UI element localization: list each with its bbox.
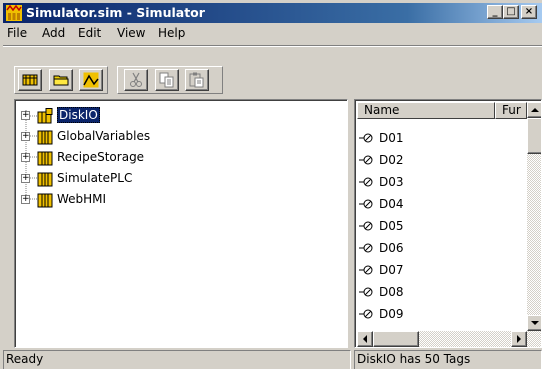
menu-add[interactable]: Add: [42, 26, 65, 40]
tag-name: D04: [379, 197, 404, 211]
tree-node-label: SimulatePLC: [57, 171, 133, 185]
expand-icon[interactable]: +: [21, 132, 30, 141]
tag-icon: [359, 287, 373, 297]
tag-group-tree[interactable]: + DiskIO + GlobalVariables + RecipeStora…: [14, 99, 348, 348]
menu-bar: File Add Edit View Help: [3, 24, 542, 43]
status-text-right: DiskIO has 50 Tags: [354, 350, 542, 369]
vertical-scroll-thumb[interactable]: [527, 118, 541, 154]
expand-icon[interactable]: +: [21, 153, 30, 162]
menu-file[interactable]: File: [7, 26, 27, 40]
tag-group-icon: [37, 108, 53, 124]
tree-node-label: WebHMI: [57, 192, 107, 206]
tag-name: D06: [379, 241, 404, 255]
tag-group-icon: [37, 172, 53, 187]
copy-button[interactable]: [155, 69, 179, 91]
tag-icon: [359, 199, 373, 209]
copy-icon: [159, 72, 174, 88]
trend-button[interactable]: [79, 69, 103, 91]
tag-name: D05: [379, 219, 404, 233]
new-tag-button[interactable]: [18, 69, 42, 91]
window-title: Simulator.sim - Simulator: [26, 5, 205, 20]
scroll-down-button[interactable]: [527, 315, 541, 331]
maximize-button[interactable]: □: [503, 5, 519, 19]
close-icon: ×: [524, 6, 534, 17]
tag-group-icon: [37, 151, 53, 166]
tag-icon: [359, 155, 373, 165]
tag-icon: [359, 243, 373, 253]
maximize-icon: □: [506, 6, 516, 17]
status-text-left: Ready: [3, 350, 351, 369]
application-window: Simulator.sim - Simulator _ □ × File Add…: [0, 0, 542, 369]
minimize-icon: _: [492, 6, 498, 17]
title-bar[interactable]: Simulator.sim - Simulator _ □ ×: [3, 3, 542, 23]
expand-icon[interactable]: +: [21, 111, 30, 120]
scroll-right-button[interactable]: [511, 331, 527, 347]
tree-node-label: RecipeStorage: [57, 150, 145, 164]
tag-name: D07: [379, 263, 404, 277]
tree-node-label: DiskIO: [57, 107, 100, 123]
paste-icon: [189, 72, 204, 88]
column-header-function[interactable]: Fur: [495, 102, 527, 119]
column-header-name[interactable]: Name: [357, 102, 495, 119]
tag-name: D01: [379, 131, 404, 145]
new-tag-icon: [22, 74, 38, 86]
tag-icon: [359, 133, 373, 143]
tree-node-label: GlobalVariables: [57, 129, 151, 143]
trend-icon: [83, 72, 99, 88]
menu-help[interactable]: Help: [158, 26, 185, 40]
paste-button[interactable]: [185, 69, 209, 91]
toolbar-separator: [3, 45, 542, 47]
tag-name: D03: [379, 175, 404, 189]
tag-icon: [359, 221, 373, 231]
open-folder-icon: [53, 75, 69, 86]
scroll-right-icon: [517, 335, 521, 343]
minimize-button[interactable]: _: [487, 5, 503, 19]
scroll-up-icon: [531, 108, 539, 112]
scroll-up-button[interactable]: [527, 102, 541, 118]
tag-name: D09: [379, 307, 404, 321]
tag-group-icon: [37, 130, 53, 145]
scroll-left-button[interactable]: [357, 331, 373, 347]
menu-edit[interactable]: Edit: [78, 26, 101, 40]
tag-icon: [359, 177, 373, 187]
scroll-down-icon: [531, 321, 539, 325]
close-button[interactable]: ×: [521, 5, 537, 19]
tag-icon: [359, 309, 373, 319]
horizontal-scroll-thumb[interactable]: [373, 331, 419, 347]
cut-icon: [130, 72, 142, 87]
tag-list-view[interactable]: Name Fur D01 D02 D03 D04 D05 D06 D07 D08…: [354, 99, 542, 348]
menu-view[interactable]: View: [117, 26, 145, 40]
tag-name: D08: [379, 285, 404, 299]
horizontal-scrollbar[interactable]: [357, 331, 541, 347]
open-button[interactable]: [49, 69, 73, 91]
expand-icon[interactable]: +: [21, 174, 30, 183]
scroll-left-icon: [363, 335, 367, 343]
vertical-scrollbar[interactable]: [527, 102, 541, 331]
tag-group-icon: [37, 193, 53, 208]
expand-icon[interactable]: +: [21, 195, 30, 204]
tag-icon: [359, 265, 373, 275]
app-icon: [6, 5, 22, 21]
tag-name: D02: [379, 153, 404, 167]
cut-button[interactable]: [124, 69, 148, 91]
